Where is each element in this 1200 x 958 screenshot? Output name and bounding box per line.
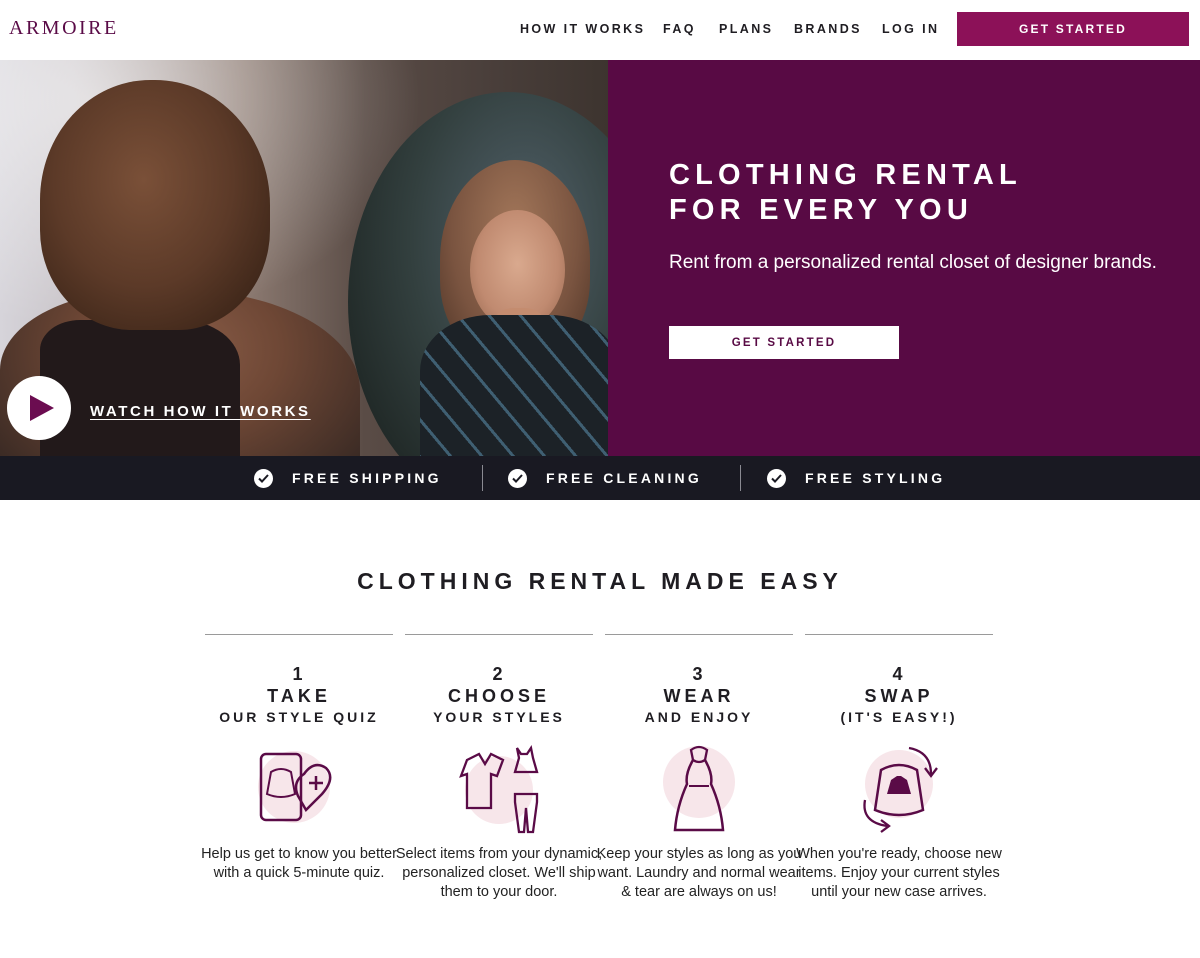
benefit-label: FREE CLEANING — [546, 470, 702, 486]
clothing-items-icon — [459, 745, 539, 834]
step-number: 2 — [492, 664, 506, 684]
benefit-divider — [740, 465, 741, 491]
step-number: 4 — [892, 664, 906, 684]
play-video-button[interactable] — [7, 376, 71, 440]
benefit-free-styling: FREE STYLING — [767, 456, 945, 500]
benefits-bar: FREE SHIPPING FREE CLEANING FREE STYLING — [0, 456, 1200, 500]
check-circle-icon — [767, 468, 786, 488]
benefit-free-shipping: FREE SHIPPING — [254, 456, 442, 500]
step-description: Help us get to know you better with a qu… — [201, 846, 397, 881]
step-2: 2 CHOOSE YOUR STYLES Select items from y… — [396, 634, 602, 900]
step-description: When you're ready, choose new items. Enj… — [796, 846, 1002, 900]
dress-icon — [663, 745, 735, 832]
step-subheading: AND ENJOY — [644, 709, 754, 725]
benefit-label: FREE SHIPPING — [292, 470, 442, 486]
step-number: 1 — [292, 664, 306, 684]
video-frame-woman-top — [40, 320, 240, 456]
phone-quiz-heart-icon — [258, 751, 332, 823]
nav-brands[interactable]: BRANDS — [794, 22, 862, 36]
step-subheading: YOUR STYLES — [433, 709, 565, 725]
benefit-divider — [482, 465, 483, 491]
nav-plans[interactable]: PLANS — [719, 22, 773, 36]
step-subheading: OUR STYLE QUIZ — [219, 709, 379, 725]
benefit-free-cleaning: FREE CLEANING — [508, 456, 702, 500]
step-4: 4 SWAP (IT'S EASY!) When you're ready, c… — [796, 634, 1002, 900]
hero-section: WATCH HOW IT WORKS CLOTHING RENTAL FOR E… — [0, 60, 1200, 456]
check-circle-icon — [508, 468, 527, 488]
check-circle-icon — [254, 468, 273, 488]
step-description: Keep your styles as long as you want. La… — [596, 846, 802, 900]
watch-how-it-works-link[interactable]: WATCH HOW IT WORKS — [90, 403, 311, 420]
hero-subtitle: Rent from a personalized rental closet o… — [669, 252, 1157, 273]
video-frame-reflection-dress — [420, 315, 608, 456]
how-it-works-title: CLOTHING RENTAL MADE EASY — [357, 568, 843, 594]
hero-title-line1: CLOTHING RENTAL — [669, 159, 1022, 191]
hero-panel: CLOTHING RENTAL FOR EVERY YOU Rent from … — [608, 60, 1200, 456]
hero-video[interactable]: WATCH HOW IT WORKS — [0, 60, 608, 456]
swap-bag-icon — [863, 746, 938, 833]
step-3: 3 WEAR AND ENJOY Keep your styles as lon… — [597, 634, 801, 900]
site-header: ARMOIRE HOW IT WORKS FAQ PLANS BRANDS LO… — [0, 0, 1200, 60]
step-heading: CHOOSE — [447, 686, 550, 706]
step-number: 3 — [692, 664, 706, 684]
nav-log-in[interactable]: LOG IN — [882, 22, 939, 36]
step-rule — [405, 634, 593, 635]
nav-how-it-works[interactable]: HOW IT WORKS — [520, 22, 645, 36]
hero-title-line2: FOR EVERY YOU — [669, 194, 973, 226]
step-heading: TAKE — [267, 686, 331, 706]
hero-get-started-button[interactable]: GET STARTED — [669, 326, 899, 359]
armoire-logo[interactable]: ARMOIRE — [9, 17, 119, 40]
step-heading: WEAR — [663, 686, 735, 706]
video-frame-woman-hair — [40, 80, 270, 330]
header-get-started-button[interactable]: GET STARTED — [957, 12, 1189, 46]
step-heading: SWAP — [864, 686, 934, 706]
hero-title: CLOTHING RENTAL FOR EVERY YOU — [669, 158, 1022, 228]
step-rule — [205, 634, 393, 635]
play-icon — [29, 395, 54, 421]
step-rule — [805, 634, 993, 635]
step-1: 1 TAKE OUR STYLE QUIZ Help us get to kno… — [201, 634, 397, 881]
step-rule — [605, 634, 793, 635]
step-description: Select items from your dynamic, personal… — [395, 846, 603, 900]
benefit-label: FREE STYLING — [805, 470, 946, 486]
step-subheading: (IT'S EASY!) — [840, 709, 958, 725]
nav-faq[interactable]: FAQ — [663, 22, 696, 36]
